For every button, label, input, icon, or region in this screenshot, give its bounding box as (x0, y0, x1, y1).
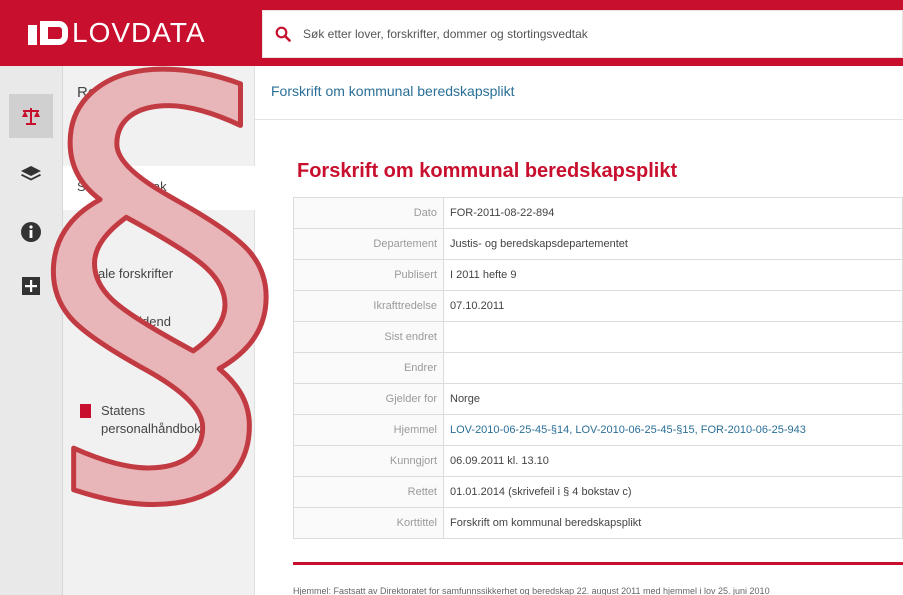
breadcrumb-link[interactable]: Forskrift om kommunal beredskapsplikt (271, 83, 515, 99)
layers-icon[interactable] (9, 152, 53, 196)
metadata-row: Endrer (293, 352, 903, 384)
logo-mark (28, 21, 68, 45)
panel-title: Rettskilder (77, 84, 148, 101)
metadata-value (443, 352, 903, 384)
metadata-row: Gjelder for Norge (293, 383, 903, 415)
icon-sidebar (0, 66, 63, 595)
footer-note: Hjemmel: Fastsatt av Direktoratet for sa… (293, 586, 770, 595)
nav-item-stortingsvedtak[interactable]: Stortingsvedtak (63, 166, 255, 210)
nav-item-statens-personalhandbok[interactable]: Statens personalhåndbok (63, 398, 255, 442)
search-icon[interactable] (263, 10, 303, 58)
metadata-value: 07.10.2011 (443, 290, 903, 322)
metadata-key: Publisert (293, 259, 444, 291)
metadata-key: Departement (293, 228, 444, 260)
metadata-key: Hjemmel (293, 414, 444, 446)
metadata-row: Korttittel Forskrift om kommunal beredska… (293, 507, 903, 539)
metadata-row: Rettet 01.01.2014 (skrivefeil i § 4 bokst… (293, 476, 903, 508)
metadata-row: Hjemmel LOV-2010-06-25-45-§14, LOV-2010-0… (293, 414, 903, 446)
metadata-key: Ikrafttredelse (293, 290, 444, 322)
metadata-key: Kunngjort (293, 445, 444, 477)
document-icon (80, 404, 91, 418)
metadata-key: Endrer (293, 352, 444, 384)
page-title: Forskrift om kommunal beredskapsplikt (297, 160, 678, 182)
search-input[interactable] (303, 27, 902, 41)
lovdata-logo[interactable]: LOVDATA (0, 0, 262, 66)
metadata-value: 01.01.2014 (skrivefeil i § 4 bokstav c) (443, 476, 903, 508)
metadata-row: Kunngjort 06.09.2011 kl. 13.10 (293, 445, 903, 477)
metadata-key: Rettet (293, 476, 444, 508)
metadata-row: Departement Justis- og beredskapsdepartem… (293, 228, 903, 260)
breadcrumb: Forskrift om kommunal beredskapsplikt (255, 66, 903, 120)
metadata-value[interactable]: LOV-2010-06-25-45-§14, LOV-2010-06-25-45… (443, 414, 903, 446)
hjemmel-link[interactable]: LOV-2010-06-25-45-§14, LOV-2010-06-25-45… (450, 424, 806, 436)
metadata-row: Sist endret (293, 321, 903, 353)
nav-item-norsk-lovtidend[interactable]: Norsk Lovtidend (63, 306, 255, 336)
metadata-value: Justis- og beredskapsdepartementet (443, 228, 903, 260)
metadata-table: Dato FOR-2011-08-22-894 Departement Justis-… (293, 197, 903, 539)
divider (293, 562, 903, 565)
info-icon[interactable] (9, 210, 53, 254)
metadata-key: Dato (293, 197, 444, 229)
metadata-key: Korttittel (293, 507, 444, 539)
metadata-key: Sist endret (293, 321, 444, 353)
metadata-row: Dato FOR-2011-08-22-894 (293, 197, 903, 229)
metadata-row: Publisert I 2011 hefte 9 (293, 259, 903, 291)
metadata-value (443, 321, 903, 353)
sources-panel: Rettskilder Stortingsvedtak Lokale forsk… (63, 66, 255, 595)
metadata-row: Ikrafttredelse 07.10.2011 (293, 290, 903, 322)
logo-text: LOVDATA (72, 17, 206, 48)
main-content: Forskrift om kommunal beredskapsplikt Fo… (255, 66, 903, 595)
plus-box-icon[interactable] (9, 264, 53, 308)
metadata-key: Gjelder for (293, 383, 444, 415)
metadata-value: Forskrift om kommunal beredskapsplikt (443, 507, 903, 539)
metadata-value: 06.09.2011 kl. 13.10 (443, 445, 903, 477)
metadata-value: FOR-2011-08-22-894 (443, 197, 903, 229)
search-bar (262, 10, 903, 58)
metadata-value: I 2011 hefte 9 (443, 259, 903, 291)
nav-item-lokale-forskrifter[interactable]: Lokale forskrifter (63, 258, 255, 288)
scales-icon[interactable] (9, 94, 53, 138)
top-bar: LOVDATA (0, 0, 903, 66)
nav-item-label: Lokale forskrifter (77, 266, 174, 281)
nav-item-label: Statens personalhåndbok (101, 403, 201, 436)
nav-item-label: Stortingsvedtak (77, 179, 167, 194)
nav-item-label: Norsk Lovtidend (77, 314, 171, 329)
metadata-value: Norge (443, 383, 903, 415)
